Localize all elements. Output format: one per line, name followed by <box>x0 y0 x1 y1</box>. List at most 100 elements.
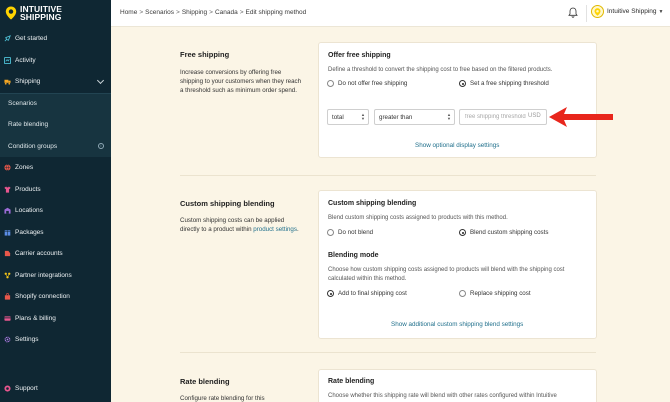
shirt-icon <box>4 186 11 193</box>
radio-replace-shipping-cost[interactable]: Replace shipping cost <box>459 290 531 297</box>
custom-shipping-blending-card-title: Custom shipping blending <box>328 200 417 207</box>
sidebar-item-label: Rate blending <box>8 121 49 129</box>
gear-icon <box>4 336 11 343</box>
sidebar-item-rate-blending[interactable]: Rate blending <box>0 114 111 136</box>
brand-logo[interactable]: INTUITIVE SHIPPING <box>5 3 62 23</box>
rate-blending-card-title: Rate blending <box>328 378 375 385</box>
sidebar-item-support[interactable]: Support <box>4 385 38 392</box>
warehouse-icon <box>4 207 11 214</box>
sidebar-item-settings[interactable]: Settings <box>0 329 111 351</box>
sidebar-item-label: Carrier accounts <box>15 250 63 258</box>
sidebar-item-label: Settings <box>15 336 39 344</box>
sidebar-item-shopify-connection[interactable]: Shopify connection <box>0 286 111 308</box>
radio-label: Blend custom shipping costs <box>470 229 549 236</box>
show-optional-display-settings-link[interactable]: Show optional display settings <box>415 142 499 149</box>
product-settings-link[interactable]: product settings <box>253 226 297 233</box>
section-divider <box>180 175 596 176</box>
location-pin-icon <box>5 6 17 20</box>
select-value: total <box>332 113 344 121</box>
breadcrumb-scenarios[interactable]: Scenarios <box>145 9 174 16</box>
threshold-operator-select[interactable]: greater than ▲ ▼ <box>374 109 455 125</box>
radio-label: Replace shipping cost <box>470 290 531 297</box>
radio-no-free-shipping[interactable]: Do not offer free shipping <box>327 80 407 87</box>
bell-icon[interactable] <box>568 7 578 18</box>
integrations-icon <box>4 272 11 279</box>
caret-down-icon: ▼ <box>658 8 664 15</box>
breadcrumb-separator: > <box>209 9 213 16</box>
blending-mode-desc: Choose how custom shipping costs assigne… <box>328 267 565 282</box>
radio-free-shipping-threshold[interactable]: Set a free shipping threshold <box>459 80 549 87</box>
radio-dot-selected <box>459 229 466 236</box>
support-icon <box>4 385 11 392</box>
annotation-arrow-icon <box>549 107 613 127</box>
sidebar-item-label: Products <box>15 185 41 193</box>
radio-label: Do not offer free shipping <box>338 80 408 87</box>
offer-free-shipping-desc: Define a threshold to convert the shippi… <box>328 67 553 73</box>
sidebar-item-products[interactable]: Products <box>0 179 111 201</box>
sidebar-nav: Get started Activity Shipping Scenarios … <box>0 28 111 351</box>
sidebar-item-label: Shipping <box>15 78 41 86</box>
select-arrows-icon: ▲ ▼ <box>447 112 451 121</box>
sidebar-item-partner-integrations[interactable]: Partner integrations <box>0 265 111 287</box>
rate-blending-title: Rate blending <box>180 377 230 386</box>
avatar <box>591 5 604 18</box>
chevron-down-icon <box>96 76 105 85</box>
brand-line2: SHIPPING <box>20 12 62 22</box>
package-icon <box>4 229 11 236</box>
sidebar-item-activity[interactable]: Activity <box>0 50 111 72</box>
breadcrumb-current: Edit shipping method <box>245 9 307 16</box>
breadcrumb-shipping[interactable]: Shipping <box>182 9 207 16</box>
sidebar-item-shipping[interactable]: Shipping <box>0 71 111 93</box>
radio-dot <box>327 80 334 87</box>
breadcrumb: Home > Scenarios > Shipping > Canada > E… <box>120 9 306 16</box>
truck-icon <box>4 78 11 85</box>
breadcrumb-separator: > <box>239 9 244 16</box>
sidebar-item-label: Condition groups <box>8 142 58 150</box>
sidebar-item-locations[interactable]: Locations <box>0 200 111 222</box>
sidebar-item-plans-billing[interactable]: Plans & billing <box>0 308 111 330</box>
sidebar-item-packages[interactable]: Packages <box>0 222 111 244</box>
sidebar-item-label: Packages <box>15 228 44 236</box>
select-value: greater than <box>379 113 413 121</box>
breadcrumb-canada[interactable]: Canada <box>215 9 238 16</box>
sidebar-item-carrier-accounts[interactable]: Carrier accounts <box>0 243 111 265</box>
offer-free-shipping-title: Offer free shipping <box>328 52 391 59</box>
account-menu[interactable]: Intuitive Shipping ▼ <box>591 5 663 18</box>
breadcrumb-home[interactable]: Home <box>120 9 137 16</box>
radio-dot <box>327 229 334 236</box>
location-pin-icon <box>594 7 601 16</box>
sidebar-item-label: Plans & billing <box>15 314 56 322</box>
sidebar-item-label: Activity <box>15 56 36 64</box>
show-additional-blend-settings-link[interactable]: Show additional custom shipping blend se… <box>391 321 523 328</box>
sidebar-item-label: Get started <box>15 35 48 43</box>
activity-icon <box>4 56 11 64</box>
radio-label: Add to final shipping cost <box>338 290 407 297</box>
globe-icon <box>4 164 11 171</box>
offer-free-shipping-card <box>318 42 597 158</box>
credit-card-icon <box>4 315 11 322</box>
select-arrows-icon: ▲ ▼ <box>361 112 365 121</box>
radio-label: Do not blend <box>338 229 374 236</box>
breadcrumb-separator: > <box>176 9 180 16</box>
account-name: Intuitive Shipping <box>607 8 657 15</box>
radio-add-to-final-cost[interactable]: Add to final shipping cost <box>327 290 407 297</box>
sidebar-item-condition-groups[interactable]: Condition groups i <box>0 135 111 157</box>
blending-mode-title: Blending mode <box>328 252 379 259</box>
sidebar-item-label: Zones <box>15 164 34 172</box>
sidebar-item-label: Partner integrations <box>15 271 72 279</box>
radio-dot-selected <box>459 80 466 87</box>
custom-shipping-blending-card-desc: Blend custom shipping costs assigned to … <box>328 215 508 221</box>
radio-do-not-blend[interactable]: Do not blend <box>327 229 373 236</box>
threshold-field-select[interactable]: total ▲ ▼ <box>327 109 369 125</box>
free-shipping-title: Free shipping <box>180 50 230 59</box>
currency-unit: USD <box>528 113 541 119</box>
sidebar-item-zones[interactable]: Zones <box>0 157 111 179</box>
info-icon[interactable]: i <box>98 142 104 149</box>
carrier-icon <box>4 250 11 257</box>
sidebar-item-scenarios[interactable]: Scenarios <box>0 92 111 114</box>
radio-dot-selected <box>327 290 334 297</box>
radio-blend-custom-shipping[interactable]: Blend custom shipping costs <box>459 229 548 236</box>
sidebar: INTUITIVE SHIPPING Get started Activity … <box>0 0 111 402</box>
top-bar: Home > Scenarios > Shipping > Canada > E… <box>111 0 670 27</box>
sidebar-item-get-started[interactable]: Get started <box>0 28 111 50</box>
